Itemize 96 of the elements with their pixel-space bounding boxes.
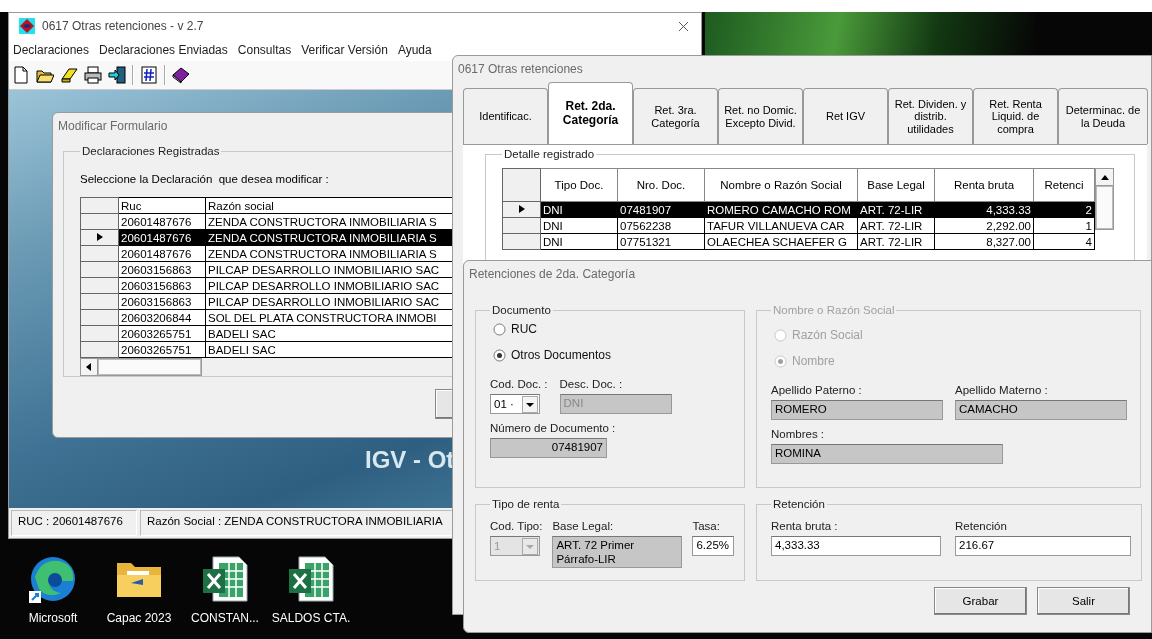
column-header[interactable]: Nro. Doc.	[617, 168, 705, 202]
text-field[interactable]: 6.25%	[692, 536, 735, 556]
table-cell: 20601487676	[118, 245, 206, 262]
new-document-icon[interactable]	[12, 66, 30, 84]
group-title: Detalle registrado	[503, 148, 596, 160]
radio-button[interactable]: RUC	[490, 320, 537, 338]
column-header[interactable]: Renta bruta	[934, 168, 1034, 202]
caret-icon	[522, 395, 538, 413]
shortcut-label[interactable]: SALDOS CTA.	[271, 611, 351, 625]
field-label: Número de Documento :	[490, 422, 616, 434]
eraser-icon[interactable]	[60, 66, 78, 84]
field-label: Nombres :	[771, 428, 826, 440]
shortcut-label[interactable]: CONSTAN...	[191, 611, 259, 625]
group-title: Tipo de renta	[491, 498, 561, 510]
radio-circle-icon[interactable]	[493, 322, 506, 336]
dropdown[interactable]: 01 ·	[490, 394, 540, 414]
menu-item[interactable]: Declaraciones Enviadas	[99, 43, 228, 57]
table-cell: 07751321	[617, 233, 705, 250]
row-header	[80, 197, 119, 214]
table-cell: 20603156863	[118, 293, 206, 310]
row-pointer-icon	[517, 203, 526, 214]
group-title: Nombre o Razón Social	[772, 304, 896, 316]
grid-icon[interactable]	[140, 66, 158, 84]
tab[interactable]: Ret. Renta Liquid. de compra	[973, 88, 1058, 144]
app-logo-icon	[19, 18, 35, 34]
tab[interactable]: Identificac.	[463, 88, 548, 144]
tab[interactable]: Ret. Dividen. y distrib. utilidades	[888, 88, 973, 144]
field-label: Apellido Paterno :	[771, 384, 863, 396]
field-label: Retención	[955, 520, 1008, 532]
text-field[interactable]: 216.67	[955, 536, 1131, 556]
book-icon[interactable]	[172, 66, 190, 84]
table-cell: 20603265751	[118, 341, 206, 358]
table-cell: 07562238	[617, 217, 705, 234]
column-header[interactable]: Ruc	[118, 197, 206, 214]
menu-item[interactable]: Consultas	[237, 43, 292, 57]
tab[interactable]: Ret IGV	[803, 88, 888, 144]
group-title: Documento	[491, 304, 552, 316]
column-header[interactable]: Base Legal	[857, 168, 935, 202]
table-cell: 20603206844	[118, 309, 206, 326]
table-cell: 20603156863	[118, 261, 206, 278]
table-cell: OLAECHEA SCHAEFER G	[704, 233, 858, 250]
table-cell: TAFUR VILLANUEVA CAR	[704, 217, 858, 234]
table-cell: 8,327.00	[934, 233, 1034, 250]
tab[interactable]: Ret. no Domic. Excepto Divid.	[718, 88, 803, 144]
field-label: Desc. Doc. :	[559, 378, 624, 390]
field-label: Cod. Tipo:	[490, 520, 543, 532]
row-pointer-icon	[95, 231, 104, 242]
field-label: Apellido Materno :	[955, 384, 1049, 396]
column-header[interactable]: Tipo Doc.	[540, 168, 618, 202]
banner-text: IGV - Ot	[365, 446, 455, 474]
button[interactable]: Grabar	[934, 587, 1027, 615]
shortcut-label[interactable]: Microsoft	[28, 611, 78, 625]
table-cell: 20601487676	[118, 213, 206, 230]
table-cell: 1	[1033, 217, 1095, 234]
menu-item[interactable]: Declaraciones	[13, 43, 90, 57]
field-label: Renta bruta :	[771, 520, 839, 532]
table-cell: 4	[1033, 233, 1095, 250]
group-title: Retención	[772, 498, 826, 510]
table-cell: DNI	[540, 217, 618, 234]
field-label: Cod. Doc. :	[490, 378, 548, 390]
button[interactable]: Salir	[1037, 587, 1130, 615]
close-icon[interactable]	[678, 20, 689, 32]
field-label: Base Legal:	[552, 520, 615, 532]
table-cell: DNI	[540, 233, 618, 250]
group-title: Declaraciones Registradas	[81, 145, 221, 157]
dialog-title: 0617 Otras retenciones	[457, 61, 584, 78]
menu-item[interactable]: Ayuda	[397, 43, 432, 57]
vertical-scrollbar[interactable]	[1095, 168, 1114, 230]
text-field[interactable]: 4,333.33	[771, 536, 941, 556]
text-field[interactable]: ART. 72 Primer Párrafo-LIR	[552, 536, 683, 568]
printer-icon[interactable]	[84, 66, 102, 84]
status-text: RUC : 20601487676	[11, 510, 137, 536]
shortcut-label[interactable]: Capac 2023	[106, 611, 172, 625]
caret-icon	[522, 537, 538, 555]
dialog-title: Retenciones de 2da. Categoría	[468, 266, 637, 283]
column-header[interactable]: Retenci	[1033, 168, 1095, 202]
tab[interactable]: Ret. 3ra. Categoría	[633, 88, 718, 144]
table-cell: 20603265751	[118, 325, 206, 342]
table-cell: ART. 72-LIR	[857, 233, 935, 250]
menu-item[interactable]: Verificar Versión	[301, 43, 388, 57]
scroll-up-icon	[1100, 174, 1109, 180]
text-field[interactable]: 07481907	[490, 438, 607, 458]
table-cell: 2,292.00	[934, 217, 1034, 234]
radio-circle-icon[interactable]	[493, 348, 506, 362]
tab[interactable]: Determinac. de la Deuda	[1058, 88, 1148, 144]
column-header[interactable]: Nombre o Razón Social	[704, 168, 858, 202]
dialog-title: Modificar Formulario	[57, 118, 169, 135]
table-cell: 20603156863	[118, 277, 206, 294]
horizontal-scrollbar[interactable]	[80, 358, 202, 376]
door-arrow-icon[interactable]	[108, 66, 126, 84]
tab[interactable]: Ret. 2da. Categoría	[548, 82, 633, 144]
radio-button[interactable]: Otros Documentos	[490, 346, 612, 364]
instruction-text: Seleccione la Declaración que desea modificar :	[80, 173, 330, 185]
window-title: 0617 Otras retenciones - v 2.7	[42, 19, 205, 33]
table-cell: ART. 72-LIR	[857, 217, 935, 234]
scroll-left-icon	[86, 363, 92, 371]
